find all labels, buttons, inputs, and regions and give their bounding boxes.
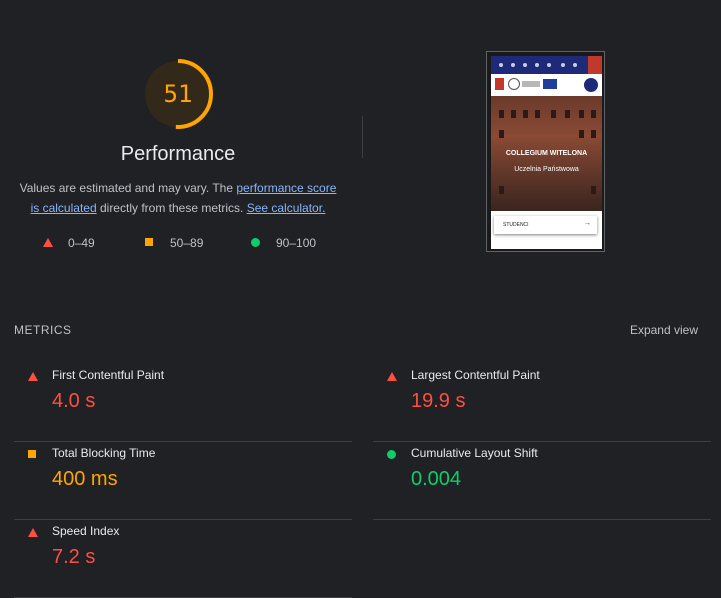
triangle-icon bbox=[28, 528, 38, 537]
square-icon bbox=[28, 450, 36, 458]
metric-lcp: Largest Contentful Paint 19.9 s bbox=[373, 364, 711, 442]
metric-title: First Contentful Paint bbox=[52, 368, 165, 382]
screenshot-emblem-icon bbox=[495, 78, 504, 90]
final-screenshot[interactable]: COLLEGIUM WITELONA Uczelnia Państwowa ST… bbox=[486, 51, 605, 252]
screenshot-menu-icon bbox=[584, 78, 598, 92]
metric-value: 7.2 s bbox=[52, 546, 96, 568]
description-text-middle: directly from these metrics. bbox=[96, 201, 247, 215]
screenshot-card-label: STUDENCI bbox=[503, 222, 529, 228]
screenshot-card: STUDENCI → bbox=[494, 216, 597, 234]
see-calculator-link[interactable]: See calculator. bbox=[247, 201, 326, 215]
circle-icon bbox=[251, 238, 260, 247]
metric-value: 19.9 s bbox=[411, 390, 466, 412]
arrow-right-icon: → bbox=[584, 220, 591, 227]
metric-title: Cumulative Layout Shift bbox=[411, 446, 538, 460]
screenshot-hero-title: COLLEGIUM WITELONA bbox=[505, 150, 588, 157]
square-icon bbox=[145, 238, 153, 246]
performance-gauge: 51 bbox=[142, 58, 214, 130]
triangle-icon bbox=[387, 372, 397, 381]
screenshot-logo-icon bbox=[508, 78, 520, 90]
circle-icon bbox=[387, 450, 396, 459]
metric-title: Largest Contentful Paint bbox=[411, 368, 540, 382]
expand-view-button[interactable]: Expand view bbox=[630, 323, 698, 337]
metric-title: Speed Index bbox=[52, 524, 120, 538]
screenshot-logobar bbox=[491, 74, 602, 96]
metric-value: 4.0 s bbox=[52, 390, 96, 412]
metric-value: 0.004 bbox=[411, 468, 462, 490]
screenshot-search-icon bbox=[588, 56, 602, 74]
vertical-divider bbox=[362, 116, 363, 158]
screenshot-page: COLLEGIUM WITELONA Uczelnia Państwowa ST… bbox=[491, 56, 602, 249]
screenshot-hero: COLLEGIUM WITELONA Uczelnia Państwowa bbox=[491, 96, 602, 211]
metric-value: 400 ms bbox=[52, 468, 118, 490]
triangle-icon bbox=[43, 238, 53, 247]
metric-tbt: Total Blocking Time 400 ms bbox=[14, 442, 352, 520]
legend-pass-label: 90–100 bbox=[276, 236, 317, 250]
description-text: Values are estimated and may vary. The bbox=[19, 181, 237, 195]
performance-score: 51 bbox=[163, 80, 193, 108]
performance-description: Values are estimated and may vary. The p… bbox=[14, 178, 342, 218]
screenshot-hero-subtitle: Uczelnia Państwowa bbox=[514, 166, 579, 173]
legend-fail-label: 0–49 bbox=[68, 236, 95, 250]
legend-average-label: 50–89 bbox=[170, 236, 204, 250]
metric-title: Total Blocking Time bbox=[52, 446, 156, 460]
screenshot-topbar bbox=[491, 56, 602, 74]
performance-title: Performance bbox=[120, 143, 236, 165]
screenshot-eu-flag-icon bbox=[543, 79, 557, 89]
triangle-icon bbox=[28, 372, 38, 381]
metric-cls: Cumulative Layout Shift 0.004 bbox=[373, 442, 711, 520]
metric-speed-index: Speed Index 7.2 s bbox=[14, 520, 352, 598]
metric-fcp: First Contentful Paint 4.0 s bbox=[14, 364, 352, 442]
metrics-heading: METRICS bbox=[14, 323, 72, 337]
